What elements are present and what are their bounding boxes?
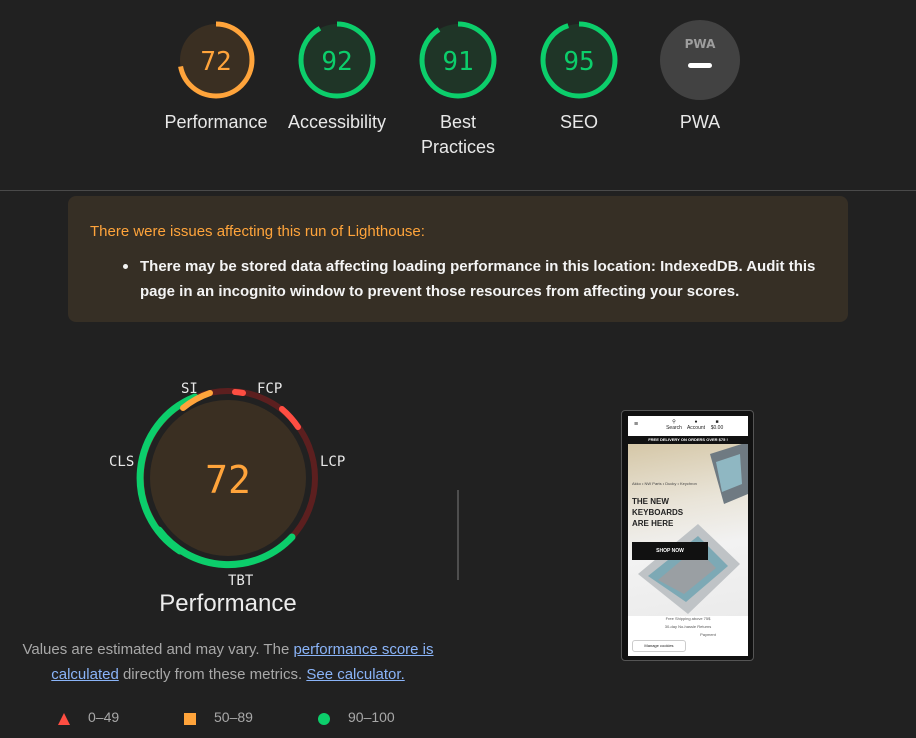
accessibility-score: 92 bbox=[321, 47, 352, 77]
fcp-arc bbox=[232, 389, 246, 396]
accessibility-gauge-ring: 92 bbox=[298, 21, 376, 99]
headline-line-2: KEYBOARDS bbox=[632, 508, 684, 517]
performance-gauge-ring: 72 bbox=[177, 21, 255, 99]
performance-metrics-gauge: 72 SI FCP LCP CLS TBT bbox=[100, 375, 356, 605]
warning-title: There were issues affecting this run of … bbox=[90, 223, 425, 240]
legend-average: 50–89 bbox=[184, 709, 253, 725]
nav-cart-label: $0.00 bbox=[710, 425, 724, 431]
screenshot-shop-now-button: SHOP NOW bbox=[632, 542, 708, 560]
menu-icon: ≡ bbox=[634, 421, 639, 428]
legend-fail-label: 0–49 bbox=[88, 709, 120, 725]
warning-item: There may be stored data affecting loadi… bbox=[123, 254, 830, 304]
best-practices-score: 91 bbox=[442, 47, 473, 77]
gauge-pwa[interactable]: PWA PWA bbox=[640, 20, 760, 135]
pwa-icon: PWA bbox=[660, 20, 740, 100]
screenshot-hero: Akko • NW Parts • Ducky • Keychron THE N… bbox=[628, 444, 748, 616]
metric-si-label: SI bbox=[181, 381, 198, 397]
keyboard-image bbox=[638, 444, 748, 614]
screenshot-nav: ≡ ⚲ Search ● Account ■ $0.00 bbox=[628, 416, 748, 435]
best-practices-label: Best Practices bbox=[398, 110, 518, 160]
section-divider bbox=[0, 190, 916, 191]
screenshot-cart: ■ $0.00 bbox=[710, 419, 724, 431]
screenshot-footer-1: Free Shipping above 75$ bbox=[665, 616, 711, 621]
fail-triangle-icon bbox=[58, 713, 70, 725]
headline-line-1: THE NEW bbox=[632, 497, 669, 506]
legend-average-label: 50–89 bbox=[214, 709, 253, 725]
accessibility-label: Accessibility bbox=[287, 112, 387, 132]
headline-line-3: ARE HERE bbox=[632, 519, 674, 528]
metric-lcp-label: LCP bbox=[320, 454, 346, 470]
gauge-performance[interactable]: 72 Performance bbox=[156, 20, 276, 135]
metric-fcp-label: FCP bbox=[257, 381, 283, 397]
pwa-icon-text: PWA bbox=[685, 37, 716, 51]
screenshot-account: ● Account bbox=[686, 419, 706, 431]
category-gauges: 72 Performance 92 Accessibility 91 Best … bbox=[0, 0, 916, 190]
seo-label: SEO bbox=[559, 112, 598, 132]
metric-cls-label: CLS bbox=[109, 454, 135, 470]
gauge-seo[interactable]: 95 SEO bbox=[519, 20, 639, 135]
pass-circle-icon bbox=[318, 713, 330, 725]
desc-text-1: Values are estimated and may vary. The bbox=[22, 641, 294, 658]
screenshot-footer-3: Payment bbox=[700, 632, 716, 637]
warning-box: There were issues affecting this run of … bbox=[68, 196, 848, 322]
gauge-best-practices[interactable]: 91 Best Practices bbox=[398, 20, 518, 160]
warning-list: There may be stored data affecting loadi… bbox=[123, 254, 830, 304]
final-screenshot[interactable]: ≡ ⚲ Search ● Account ■ $0.00 FREE DELIVERY … bbox=[621, 410, 754, 661]
screenshot-headline: THE NEW KEYBOARDS ARE HERE bbox=[632, 496, 702, 529]
performance-description: Values are estimated and may vary. The p… bbox=[20, 637, 436, 687]
nav-account-label: Account bbox=[686, 425, 706, 431]
screenshot-banner: FREE DELIVERY ON ORDERS OVER $75 ! bbox=[628, 436, 748, 444]
screenshot-breadcrumb: Akko • NW Parts • Ducky • Keychron bbox=[632, 481, 697, 486]
legend-fail: 0–49 bbox=[58, 709, 119, 725]
best-practices-label-line2: Practices bbox=[420, 137, 496, 157]
best-practices-label-line1: Best bbox=[439, 112, 477, 132]
vertical-divider bbox=[457, 490, 459, 580]
legend-pass: 90–100 bbox=[318, 709, 395, 725]
see-calculator-link[interactable]: See calculator. bbox=[306, 666, 404, 683]
pwa-label: PWA bbox=[679, 112, 721, 132]
screenshot-footer-2: 30-day No-hassle Returns bbox=[664, 624, 712, 629]
performance-title: Performance bbox=[159, 590, 297, 617]
pwa-dash-icon bbox=[688, 63, 712, 68]
best-practices-gauge-ring: 91 bbox=[419, 21, 497, 99]
screenshot-cookie-button: Manage cookies bbox=[632, 640, 686, 652]
average-square-icon bbox=[184, 713, 196, 725]
seo-score: 95 bbox=[563, 47, 594, 77]
legend-pass-label: 90–100 bbox=[348, 709, 395, 725]
seo-gauge-ring: 95 bbox=[540, 21, 618, 99]
performance-label: Performance bbox=[164, 112, 268, 132]
metric-tbt-label: TBT bbox=[228, 573, 254, 589]
performance-big-ring: 72 bbox=[136, 388, 318, 569]
screenshot-search: ⚲ Search bbox=[666, 419, 682, 431]
desc-text-2: directly from these metrics. bbox=[118, 666, 307, 683]
performance-big-score: 72 bbox=[205, 458, 251, 502]
gauge-accessibility[interactable]: 92 Accessibility bbox=[277, 20, 397, 135]
performance-score: 72 bbox=[200, 47, 231, 77]
screenshot-screen: ≡ ⚲ Search ● Account ■ $0.00 FREE DELIVERY … bbox=[628, 416, 748, 656]
nav-search-label: Search bbox=[666, 425, 682, 431]
